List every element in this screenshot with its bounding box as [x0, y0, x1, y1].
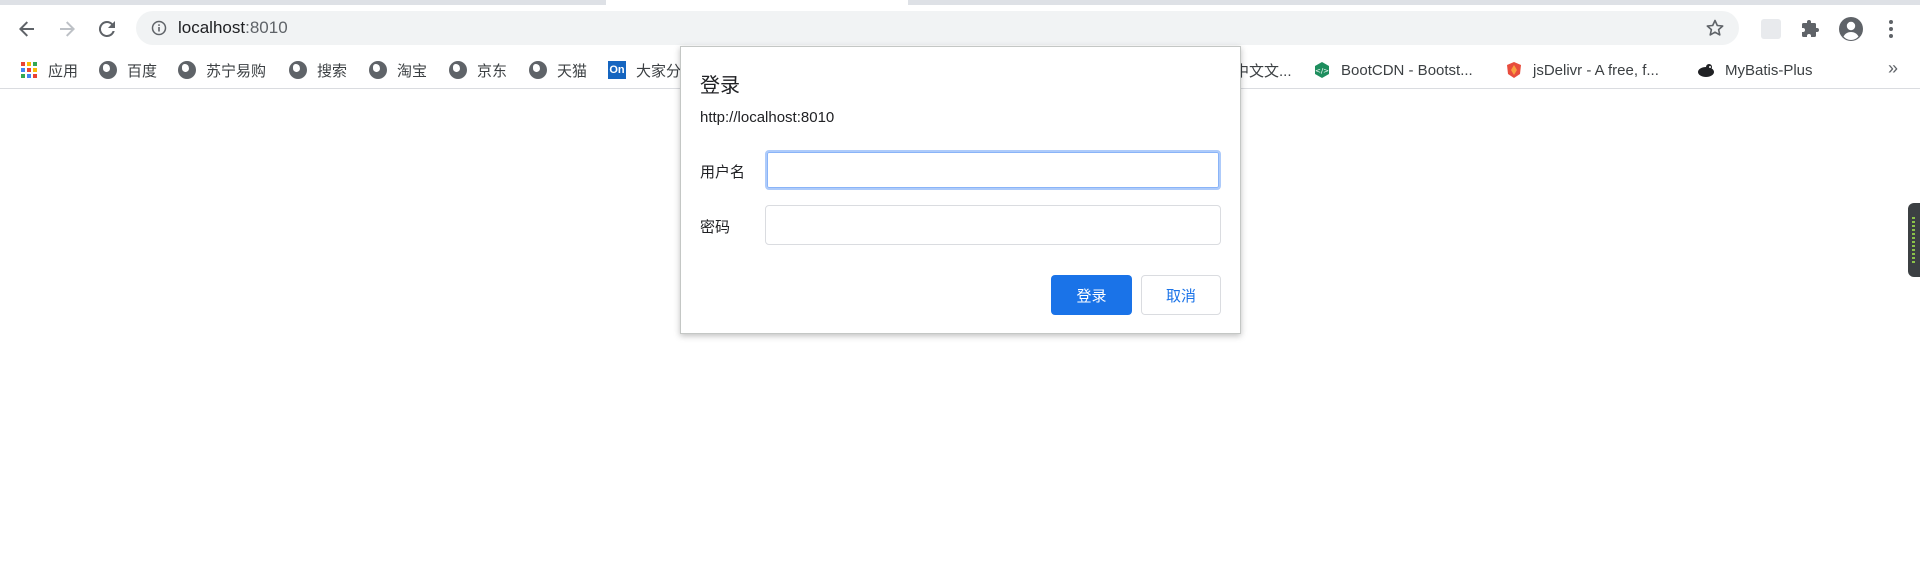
info-icon[interactable] [151, 20, 167, 36]
on-icon: On [608, 61, 626, 79]
reload-button[interactable] [93, 15, 121, 43]
login-dialog: 登录 http://localhost:8010 用户名 密码 登录 取消 [680, 46, 1241, 334]
svg-text:</>: </> [1315, 67, 1329, 75]
username-field[interactable] [765, 150, 1221, 190]
url-port: :8010 [245, 18, 288, 37]
browser-toolbar: localhost:8010 [0, 5, 1920, 51]
extensions-button[interactable] [1798, 16, 1824, 42]
cancel-button[interactable]: 取消 [1141, 275, 1221, 315]
apps-grid-icon [21, 62, 37, 78]
bookmark-label: 天猫 [557, 62, 588, 80]
dialog-origin: http://localhost:8010 [700, 109, 835, 126]
bookmark-mybatis-plus[interactable]: MyBatis-Plus [1697, 59, 1813, 81]
mybatis-icon [1698, 64, 1714, 77]
bookmark-taobao[interactable]: 淘宝 [369, 59, 427, 81]
forward-button[interactable] [53, 15, 81, 43]
globe-icon [529, 61, 547, 79]
globe-icon [449, 61, 467, 79]
password-field[interactable] [765, 205, 1221, 245]
kebab-menu-icon [1889, 20, 1893, 38]
dialog-title: 登录 [700, 75, 740, 97]
browser-menu-button[interactable] [1878, 16, 1904, 42]
password-label: 密码 [700, 219, 731, 236]
url-host: localhost [178, 18, 246, 37]
bookmark-tmall[interactable]: 天猫 [529, 59, 587, 81]
bookmark-suning[interactable]: 苏宁易购 [178, 59, 266, 81]
reload-icon [98, 20, 115, 37]
globe-icon [178, 61, 196, 79]
extension-tile-icon[interactable] [1758, 16, 1784, 42]
bookmark-bootcdn[interactable]: </> BootCDN - Bootst... [1313, 59, 1473, 81]
globe-icon [99, 61, 117, 79]
bookmark-search[interactable]: 搜索 [289, 59, 347, 81]
jsdelivr-icon [1507, 62, 1521, 78]
account-icon [1839, 17, 1863, 41]
side-panel-handle[interactable] [1908, 203, 1920, 277]
bookmark-label: 应用 [48, 62, 79, 80]
globe-icon [369, 61, 387, 79]
bookmark-apps[interactable]: 应用 [20, 59, 78, 81]
bookmark-label: jsDelivr - A free, f... [1533, 61, 1659, 79]
bookmarks-overflow-button[interactable]: » [1888, 58, 1898, 79]
bookmark-label: 搜索 [317, 62, 348, 80]
bookmark-label: 大家分 [636, 62, 682, 80]
address-bar[interactable]: localhost:8010 [136, 11, 1739, 45]
bookmark-jd[interactable]: 京东 [449, 59, 507, 81]
bookmark-label: 中文文... [1234, 62, 1292, 80]
star-icon[interactable] [1705, 18, 1725, 38]
login-button[interactable]: 登录 [1051, 275, 1132, 315]
bookmark-label: 苏宁易购 [206, 62, 267, 80]
bookmark-label: BootCDN - Bootst... [1341, 61, 1473, 79]
puzzle-icon [1802, 20, 1819, 37]
bookmark-jsdelivr[interactable]: jsDelivr - A free, f... [1505, 59, 1659, 81]
back-arrow-icon [19, 21, 34, 37]
bookmark-dajiafen[interactable]: On 大家分 [608, 59, 681, 81]
username-label: 用户名 [700, 164, 746, 181]
bootcdn-icon: </> [1315, 62, 1329, 78]
url-text: localhost:8010 [178, 11, 288, 45]
bookmark-label: 百度 [127, 62, 158, 80]
bookmark-label: MyBatis-Plus [1725, 61, 1813, 79]
back-button[interactable] [13, 15, 41, 43]
bookmark-baidu[interactable]: 百度 [99, 59, 157, 81]
forward-arrow-icon [60, 21, 75, 37]
globe-icon [289, 61, 307, 79]
bookmark-label: 京东 [477, 62, 508, 80]
bookmark-label: 淘宝 [397, 62, 428, 80]
bookmark-chinese-docs[interactable]: 中文文... [1234, 59, 1292, 81]
profile-button[interactable] [1838, 16, 1864, 42]
